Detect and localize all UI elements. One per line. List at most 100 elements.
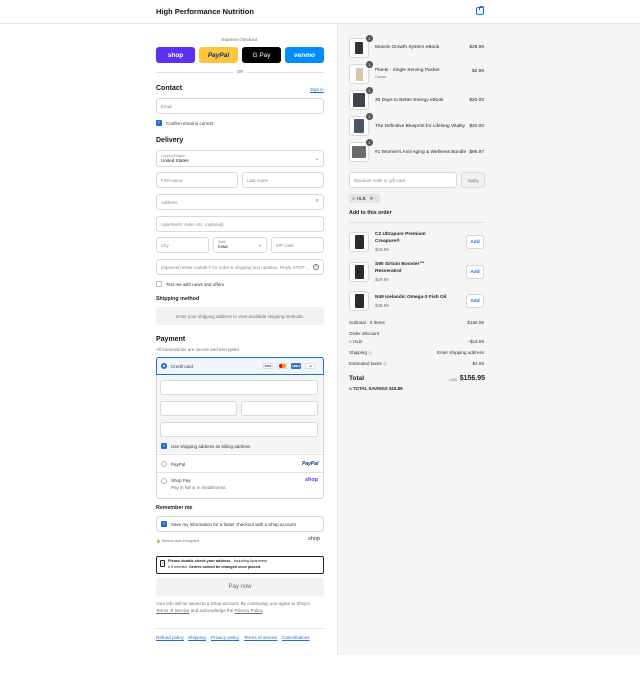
- notice-icon: !: [160, 560, 165, 567]
- shop-pay-button[interactable]: shop: [156, 47, 195, 63]
- apartment-placeholder: Apartment, suite, etc. (optional): [161, 221, 224, 227]
- remove-discount-icon[interactable]: ✕: [370, 196, 374, 202]
- privacy-link[interactable]: Privacy Policy: [235, 608, 263, 613]
- secure-text: Secure and encrypted: [161, 539, 199, 543]
- shopping-bag-icon[interactable]: [476, 5, 484, 15]
- add-upsell-button[interactable]: Add: [466, 294, 484, 308]
- credit-card-radio[interactable]: [161, 363, 167, 369]
- notice-bold-2: Orders cannot be changed once placed.: [187, 564, 262, 569]
- billing-same-label: Use shipping address as billing address: [171, 444, 251, 449]
- cart-item-name: Muscle Growth System eBook: [375, 45, 440, 50]
- divider: [156, 628, 324, 629]
- shipping-summary-value: Enter shipping address: [437, 350, 484, 355]
- help-icon[interactable]: ?: [313, 264, 319, 270]
- product-thumbnail: [349, 116, 369, 136]
- info-icon[interactable]: ⓘ: [368, 350, 372, 355]
- remember-me-title: Remember me: [156, 505, 193, 511]
- total-label: Total: [349, 375, 365, 382]
- cancellations-link[interactable]: Cancellations: [282, 635, 310, 640]
- terms-link[interactable]: Terms of Service: [156, 608, 190, 613]
- tag-icon: ⬦: [349, 386, 352, 391]
- divider: [156, 72, 233, 73]
- subtotal-value: $168.95: [467, 320, 484, 325]
- discount-code-field[interactable]: Discount code or gift card: [349, 172, 457, 188]
- google-pay-button[interactable]: G Pay: [242, 47, 281, 63]
- order-discount-value: −$16.89: [467, 339, 484, 344]
- state-value: Iowa: [218, 244, 228, 249]
- legal-text-2: and acknowledge the: [189, 607, 235, 613]
- first-name-field[interactable]: First name: [156, 172, 238, 188]
- divider: [157, 472, 323, 473]
- confirm-email-checkbox[interactable]: ✓: [156, 120, 162, 126]
- expiration-field[interactable]: [160, 401, 237, 416]
- refund-policy-link[interactable]: Refund policy: [156, 635, 184, 640]
- card-number-field[interactable]: [160, 380, 318, 395]
- upsell-name: S90 Sirtuin Booster™ Resveratrol: [375, 261, 424, 275]
- zip-field[interactable]: ZIP code: [271, 237, 324, 253]
- text-me-checkbox[interactable]: [156, 281, 162, 287]
- header: [0, 0, 640, 24]
- discount-placeholder: Discount code or gift card: [354, 177, 406, 183]
- upsell-price: $29.99: [375, 247, 389, 252]
- phone-field[interactable]: (Optional) Enter mobile # for order & sh…: [156, 259, 324, 275]
- security-code-field[interactable]: [241, 401, 318, 416]
- legal-text-1: Your info will be saved to a Shop accoun…: [156, 601, 311, 606]
- privacy-policy-link[interactable]: Privacy policy: [211, 635, 239, 640]
- sign-in-link[interactable]: Sign in: [310, 87, 324, 92]
- cart-item-price: $20.00: [469, 124, 484, 129]
- cart-item-price: $2.99: [471, 69, 484, 74]
- credit-card-label: Credit card: [171, 364, 194, 369]
- total-savings: ⬦ TOTAL SAVINGS $16.89: [349, 386, 403, 391]
- order-discount-code-text: HLB: [353, 339, 363, 344]
- apply-button[interactable]: Apply: [461, 172, 485, 188]
- name-on-card-field[interactable]: [160, 422, 318, 437]
- apartment-field[interactable]: Apartment, suite, etc. (optional): [156, 216, 324, 232]
- city-field[interactable]: City: [156, 237, 209, 253]
- tag-icon: ⬦: [352, 196, 355, 201]
- upsell-name-line: Resveratrol: [375, 269, 402, 274]
- info-icon[interactable]: ⓘ: [383, 361, 387, 366]
- cart-item-variant: Cacao: [375, 75, 386, 79]
- delivery-title: Delivery: [156, 137, 184, 144]
- text-me-label: Text me with news and offers: [166, 282, 224, 287]
- total-value: $156.95: [459, 375, 485, 382]
- billing-same-checkbox[interactable]: ✓: [161, 443, 167, 449]
- terms-of-service-link[interactable]: Terms of service: [244, 635, 277, 640]
- shipping-summary-label: Shipping ⓘ: [349, 350, 372, 356]
- divider: [157, 454, 323, 455]
- shop-logo: shop: [308, 536, 320, 542]
- order-discount-code: ⬦ HLB: [349, 339, 362, 344]
- country-value: United States: [161, 158, 189, 163]
- upsell-name: N49 Icelandic Omega-3 Fish Oil: [375, 295, 447, 300]
- country-select[interactable]: Country/Region United States ⌄: [156, 150, 324, 167]
- paypal-logo: PayPal: [302, 461, 319, 467]
- subtotal-label: Subtotal · 5 items: [349, 320, 385, 325]
- email-field[interactable]: Email: [156, 98, 324, 114]
- upsell-price: $39.99: [375, 303, 389, 308]
- mastercard-icon: [277, 363, 287, 369]
- shop-pay-radio[interactable]: [161, 478, 167, 484]
- product-thumbnail: [349, 38, 369, 58]
- add-upsell-button[interactable]: Add: [466, 235, 484, 249]
- or-label: OR: [233, 69, 247, 74]
- tag-icon: ⬦: [349, 339, 352, 344]
- secure-label: 🔒 Secure and encrypted: [156, 539, 199, 543]
- cart-item-name: Plants - Single Serving Packet: [375, 68, 440, 73]
- taxes-text: Estimated taxes: [349, 361, 382, 366]
- add-upsell-button[interactable]: Add: [466, 265, 484, 279]
- pay-now-button[interactable]: Pay now: [156, 578, 324, 596]
- address-field[interactable]: Address ⌕: [156, 194, 324, 210]
- state-select[interactable]: State Iowa ⌄: [213, 237, 267, 253]
- venmo-button[interactable]: venmo: [285, 47, 324, 63]
- brand-name[interactable]: High Performance Nutrition: [156, 7, 254, 16]
- city-placeholder: City: [161, 242, 169, 248]
- paypal-radio[interactable]: [161, 461, 167, 467]
- save-info-checkbox[interactable]: ✓: [161, 521, 167, 527]
- last-name-field[interactable]: Last name: [242, 172, 324, 188]
- shipping-link[interactable]: Shipping: [188, 635, 206, 640]
- paypal-button[interactable]: PayPal: [199, 47, 238, 63]
- upsell-name: C2 Ultrapure Premium Creapure®: [375, 231, 426, 245]
- upsell-price: $29.99: [375, 277, 389, 282]
- visa-icon: VISA: [263, 363, 273, 369]
- save-info-label: Save my information for a faster checkou…: [171, 522, 296, 527]
